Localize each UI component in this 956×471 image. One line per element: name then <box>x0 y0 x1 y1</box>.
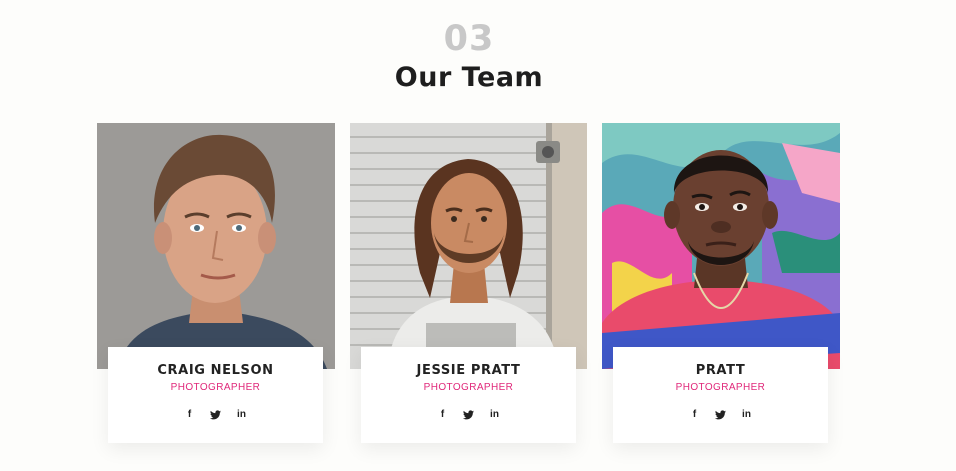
team-info-card: CRAIG NELSON PHOTOGRAPHER f in <box>108 347 323 443</box>
team-card-jessie-pratt: JESSIE PRATT PHOTOGRAPHER f in <box>350 123 587 443</box>
twitter-icon[interactable] <box>715 409 727 421</box>
team-member-name: JESSIE PRATT <box>416 363 521 378</box>
facebook-icon[interactable]: f <box>689 409 701 421</box>
team-member-role: PHOTOGRAPHER <box>170 382 261 393</box>
team-card-pratt: PRATT PHOTOGRAPHER f in <box>602 123 840 443</box>
social-links: f in <box>361 409 576 421</box>
team-member-name: PRATT <box>695 363 746 378</box>
team-member-name: CRAIG NELSON <box>157 363 274 378</box>
social-links: f in <box>613 409 828 421</box>
linkedin-icon[interactable]: in <box>741 409 753 421</box>
facebook-icon[interactable]: f <box>437 409 449 421</box>
team-info-card: PRATT PHOTOGRAPHER f in <box>613 347 828 443</box>
team-card-craig-nelson: CRAIG NELSON PHOTOGRAPHER f in <box>97 123 335 443</box>
team-member-role: PHOTOGRAPHER <box>675 382 766 393</box>
facebook-icon[interactable]: f <box>184 409 196 421</box>
team-info-card: JESSIE PRATT PHOTOGRAPHER f in <box>361 347 576 443</box>
social-links: f in <box>108 409 323 421</box>
linkedin-icon[interactable]: in <box>489 409 501 421</box>
team-photo-craig-nelson <box>97 123 335 369</box>
section-title: Our Team <box>394 62 544 93</box>
team-member-role: PHOTOGRAPHER <box>423 382 514 393</box>
linkedin-icon[interactable]: in <box>236 409 248 421</box>
section-number: 03 <box>443 19 495 59</box>
team-photo-jessie-pratt <box>350 123 587 369</box>
twitter-icon[interactable] <box>210 409 222 421</box>
twitter-icon[interactable] <box>463 409 475 421</box>
team-photo-pratt <box>602 123 840 369</box>
